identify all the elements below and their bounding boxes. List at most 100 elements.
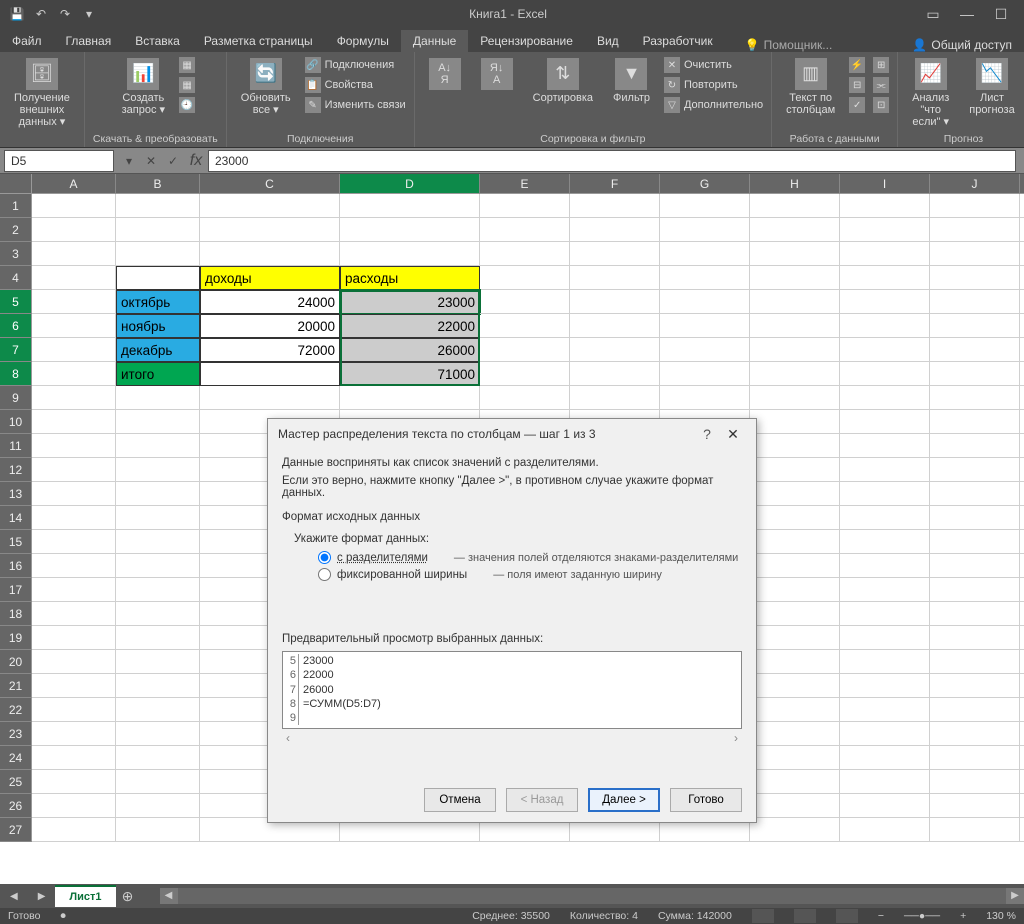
cell[interactable] xyxy=(930,554,1020,578)
cell[interactable] xyxy=(840,626,930,650)
zoom-slider[interactable]: ──●── xyxy=(904,910,940,922)
cell[interactable] xyxy=(32,458,116,482)
column-header[interactable]: C xyxy=(200,174,340,194)
cell[interactable] xyxy=(930,434,1020,458)
preview-scrollbar[interactable]: ‹› xyxy=(282,729,742,745)
tab-review[interactable]: Рецензирование xyxy=(468,30,585,52)
cell[interactable] xyxy=(930,266,1020,290)
edit-links-button[interactable]: ✎Изменить связи xyxy=(305,96,406,114)
cell[interactable] xyxy=(200,242,340,266)
cell[interactable] xyxy=(32,770,116,794)
cell[interactable] xyxy=(116,482,200,506)
name-box[interactable] xyxy=(4,150,114,172)
cell[interactable] xyxy=(930,458,1020,482)
relationships-button[interactable]: ⫘ xyxy=(873,76,889,94)
cell[interactable] xyxy=(840,650,930,674)
cell[interactable] xyxy=(116,794,200,818)
cell[interactable] xyxy=(116,746,200,770)
reapply-button[interactable]: ↻Повторить xyxy=(664,76,763,94)
row-header[interactable]: 12 xyxy=(0,458,32,482)
tab-formulas[interactable]: Формулы xyxy=(325,30,401,52)
column-header[interactable]: G xyxy=(660,174,750,194)
cell[interactable]: 72000 xyxy=(200,338,340,362)
sheet-nav-next-icon[interactable]: ▶ xyxy=(28,891,56,902)
cell[interactable] xyxy=(480,242,570,266)
cell[interactable] xyxy=(340,242,480,266)
cell[interactable] xyxy=(1020,386,1024,410)
cell[interactable] xyxy=(32,290,116,314)
show-queries-button[interactable]: ▦ xyxy=(179,56,195,74)
cell[interactable] xyxy=(840,530,930,554)
cell[interactable] xyxy=(116,506,200,530)
cell[interactable] xyxy=(1020,794,1024,818)
cell[interactable] xyxy=(1020,554,1024,578)
finish-button[interactable]: Готово xyxy=(670,788,742,812)
tab-data[interactable]: Данные xyxy=(401,30,468,52)
row-header[interactable]: 9 xyxy=(0,386,32,410)
sort-button[interactable]: ⇅Сортировка xyxy=(527,56,599,106)
cell[interactable] xyxy=(750,770,840,794)
cell[interactable] xyxy=(840,794,930,818)
cell[interactable] xyxy=(32,386,116,410)
cell[interactable] xyxy=(660,290,750,314)
cell[interactable] xyxy=(660,218,750,242)
cell[interactable] xyxy=(750,722,840,746)
cell[interactable] xyxy=(930,314,1020,338)
cell[interactable] xyxy=(930,362,1020,386)
cell[interactable] xyxy=(1020,698,1024,722)
cell[interactable] xyxy=(1020,314,1024,338)
cell[interactable] xyxy=(930,602,1020,626)
cell[interactable] xyxy=(840,338,930,362)
cell[interactable] xyxy=(480,362,570,386)
cell[interactable] xyxy=(840,578,930,602)
cell[interactable] xyxy=(32,434,116,458)
cell[interactable] xyxy=(200,218,340,242)
cell[interactable] xyxy=(116,626,200,650)
horizontal-scrollbar[interactable]: ◀ ▶ xyxy=(160,888,1024,904)
cell[interactable] xyxy=(1020,650,1024,674)
cell[interactable] xyxy=(32,602,116,626)
cell[interactable] xyxy=(750,578,840,602)
radio-fixed[interactable] xyxy=(318,568,331,581)
cell[interactable]: 24000 xyxy=(200,290,340,314)
cell[interactable] xyxy=(840,434,930,458)
cell[interactable] xyxy=(750,650,840,674)
cell[interactable] xyxy=(750,290,840,314)
cell[interactable] xyxy=(930,794,1020,818)
cell[interactable] xyxy=(116,650,200,674)
cell[interactable] xyxy=(840,218,930,242)
cell[interactable]: итого xyxy=(116,362,200,386)
cell[interactable] xyxy=(116,458,200,482)
cell[interactable] xyxy=(32,722,116,746)
cell[interactable] xyxy=(660,386,750,410)
cell[interactable] xyxy=(840,770,930,794)
cell[interactable] xyxy=(480,338,570,362)
column-header[interactable]: B xyxy=(116,174,200,194)
data-validation-button[interactable]: ✓ xyxy=(849,96,865,114)
cell[interactable]: расходы xyxy=(340,266,480,290)
zoom-level[interactable]: 130 % xyxy=(986,910,1016,922)
help-icon[interactable]: ? xyxy=(694,426,720,442)
cell[interactable] xyxy=(750,602,840,626)
cell[interactable] xyxy=(930,626,1020,650)
cell[interactable] xyxy=(750,218,840,242)
cell[interactable] xyxy=(750,434,840,458)
cell[interactable] xyxy=(840,458,930,482)
cell[interactable] xyxy=(32,530,116,554)
undo-icon[interactable]: ↶ xyxy=(32,5,50,23)
tab-home[interactable]: Главная xyxy=(54,30,124,52)
cell[interactable] xyxy=(930,770,1020,794)
new-query-button[interactable]: 📊Создать запрос ▾ xyxy=(116,56,171,118)
cell[interactable] xyxy=(840,194,930,218)
cell[interactable] xyxy=(750,530,840,554)
share-button[interactable]: 👤Общий доступ xyxy=(900,38,1024,52)
ribbon-options-icon[interactable]: ▭ xyxy=(918,6,948,23)
cell[interactable] xyxy=(750,554,840,578)
flash-fill-button[interactable]: ⚡ xyxy=(849,56,865,74)
cell[interactable] xyxy=(340,386,480,410)
cell[interactable] xyxy=(660,314,750,338)
row-header[interactable]: 25 xyxy=(0,770,32,794)
cell[interactable] xyxy=(570,266,660,290)
cell[interactable] xyxy=(930,530,1020,554)
cell[interactable] xyxy=(840,290,930,314)
